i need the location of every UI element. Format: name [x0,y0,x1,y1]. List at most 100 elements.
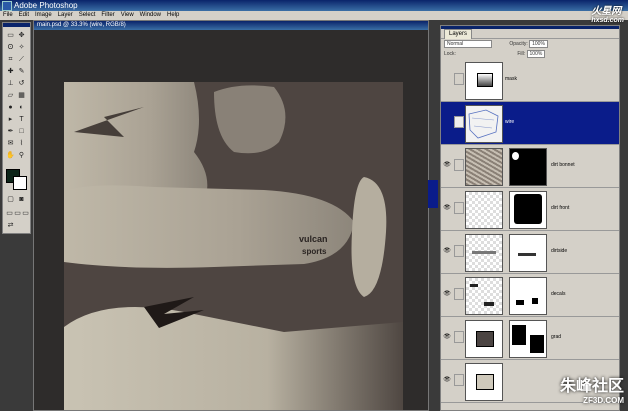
layer-link-box[interactable] [454,374,464,386]
opacity-field[interactable]: 100% [529,39,548,48]
blur-tool-icon[interactable]: ● [6,103,15,112]
layer-row-dirtside[interactable]: 👁 dirtside [441,231,619,274]
opacity-label: Opacity: [509,41,528,47]
shape-tool-icon[interactable]: □ [17,127,26,136]
layer-link-box[interactable] [454,159,464,171]
lock-label: Lock: [444,51,456,57]
gradient-tool-icon[interactable]: ▦ [17,91,26,100]
standard-mode-icon[interactable]: ▢ [6,195,15,204]
layer-thumbnail [465,148,503,186]
layers-tab-row: Layers [441,29,619,39]
healing-brush-icon[interactable]: ✚ [6,67,15,76]
canvas-text-sports: sports [302,247,327,256]
tab-layers[interactable]: Layers [444,29,473,39]
lasso-tool-icon[interactable]: ʘ [6,43,15,52]
layer-link-box[interactable] [454,331,464,343]
watermark-zf3d: 朱峰社区 ZF3D.COM [560,372,624,405]
layer-row-decals[interactable]: 👁 decals [441,274,619,317]
menu-select[interactable]: Select [76,11,99,20]
canvas-text-vulcan: vulcan [299,234,328,244]
layer-thumbnail [465,234,503,272]
canvas[interactable]: vulcan sports [64,82,403,410]
pen-tool-icon[interactable]: ✒ [6,127,15,136]
marquee-tool-icon[interactable]: ▭ [6,31,15,40]
eyedropper-tool-icon[interactable]: ⌇ [17,139,26,148]
app-titlebar: Adobe Photoshop [0,0,628,11]
layer-link-box[interactable] [454,116,464,128]
layer-name: mask [505,76,517,82]
layer-thumbnail [465,277,503,315]
fill-field[interactable]: 100% [526,49,546,58]
layer-name: decals [551,291,566,297]
imageready-icon[interactable]: ⇄ [6,221,15,230]
menu-window[interactable]: Window [137,11,164,20]
layer-thumbnail [465,191,503,229]
layer-name: dirt bonnet [551,162,575,168]
toolbox-grip[interactable] [3,23,30,27]
eye-icon[interactable]: 👁 [443,290,451,298]
dodge-tool-icon[interactable]: ◐ [17,103,26,112]
menu-filter[interactable]: Filter [98,11,117,20]
watermark-bottom-sub: ZF3D.COM [583,396,624,405]
layer-row-mask[interactable]: mask [441,59,619,102]
history-brush-icon[interactable]: ↺ [17,79,26,88]
layer-mask-thumbnail [509,148,547,186]
zoom-tool-icon[interactable]: ⚲ [17,151,26,160]
layer-mask-thumbnail [509,320,547,358]
move-tool-icon[interactable]: ✥ [17,31,26,40]
watermark-top-text: 火星网 [591,6,622,17]
layer-mask-thumbnail [509,191,547,229]
background-color[interactable] [13,176,27,190]
layer-row-grad[interactable]: 👁 grad [441,317,619,360]
layer-row-dirt-front[interactable]: 👁 dirt front [441,188,619,231]
color-swatches[interactable] [6,169,27,190]
menu-image[interactable]: Image [32,11,55,20]
blend-mode-select[interactable]: Normal [444,39,492,48]
toolbox: ▭ ✥ ʘ ✧ ⌗ ⟋ ✚ ✎ ⊥ ↺ ▱ ▦ ● ◐ ▸ T ✒ □ ✉ ⌇ … [2,22,31,234]
layer-link-box[interactable] [454,73,464,85]
menu-help[interactable]: Help [164,11,182,20]
slice-tool-icon[interactable]: ⟋ [17,55,26,64]
layer-row-wire[interactable]: wire [441,102,619,145]
layer-thumbnail [465,363,503,401]
eye-icon[interactable]: 👁 [443,333,451,341]
screen-mode-3-icon[interactable]: ▭ [21,209,30,218]
eye-icon[interactable]: 👁 [443,376,451,384]
type-tool-icon[interactable]: T [17,115,26,124]
eye-icon[interactable]: 👁 [443,247,451,255]
layer-link-box[interactable] [454,245,464,257]
selection-sliver [428,180,438,208]
notes-tool-icon[interactable]: ✉ [6,139,15,148]
magic-wand-tool-icon[interactable]: ✧ [17,43,26,52]
quick-mask-icon[interactable]: ◙ [17,195,26,204]
clone-stamp-icon[interactable]: ⊥ [6,79,15,88]
layer-name: dirtside [551,248,568,254]
layer-mask-thumbnail [509,277,547,315]
photoshop-icon [2,1,12,11]
hand-tool-icon[interactable]: ✋ [6,151,15,160]
menu-edit[interactable]: Edit [16,11,32,20]
menu-view[interactable]: View [118,11,137,20]
menu-file[interactable]: File [0,11,16,20]
eye-icon[interactable]: 👁 [443,204,451,212]
layer-name: wire [505,119,515,125]
layer-link-box[interactable] [454,288,464,300]
eraser-tool-icon[interactable]: ▱ [6,91,15,100]
menu-bar: File Edit Image Layer Select Filter View Window… [0,11,628,20]
eye-icon[interactable]: 👁 [443,161,451,169]
layer-row-dirt-bonnet[interactable]: 👁 dirt bonnet [441,145,619,188]
menu-layer[interactable]: Layer [55,11,76,20]
layer-name: grad [551,334,562,340]
watermark-top-sub: hxsd.com [591,17,624,24]
brush-tool-icon[interactable]: ✎ [17,67,26,76]
layers-panel: Layers Normal Opacity: 100% Lock: Fill: … [440,25,620,411]
layer-thumbnail [465,320,503,358]
watermark-hxsd: 火星网 hxsd.com [591,2,624,24]
crop-tool-icon[interactable]: ⌗ [6,55,15,64]
app-title: Adobe Photoshop [14,1,78,10]
layer-link-box[interactable] [454,202,464,214]
lock-row: Lock: Fill: 100% [441,49,619,59]
document-title: main.psd @ 33.3% (wire, RGB/8) [34,21,428,30]
path-selection-icon[interactable]: ▸ [6,115,15,124]
layer-thumbnail [465,62,503,100]
